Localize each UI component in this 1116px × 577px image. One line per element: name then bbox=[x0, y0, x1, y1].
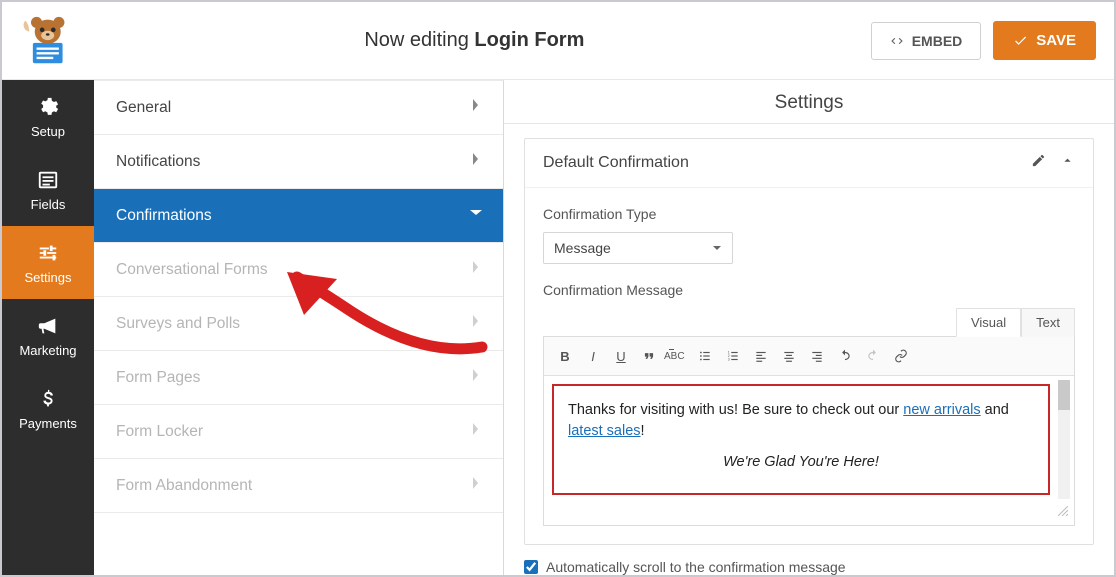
app-header: Now editing Login Form EMBED SAVE bbox=[2, 2, 1114, 80]
check-icon bbox=[1013, 33, 1028, 48]
editor-toolbar: B I U ABC 123 bbox=[544, 337, 1074, 376]
bullhorn-icon bbox=[37, 315, 59, 337]
subpanel-item-notifications[interactable]: Notifications bbox=[94, 135, 503, 189]
primary-sidebar: Setup Fields Settings Marketing Payments bbox=[2, 80, 94, 575]
subpanel-item-surveys-polls[interactable]: Surveys and Polls bbox=[94, 297, 503, 351]
card-header: Default Confirmation bbox=[525, 139, 1093, 188]
sidebar-item-payments[interactable]: Payments bbox=[2, 372, 94, 445]
numbered-list-button[interactable]: 123 bbox=[720, 343, 746, 369]
save-button[interactable]: SAVE bbox=[993, 21, 1096, 60]
autoscroll-checkbox[interactable] bbox=[524, 560, 538, 574]
subpanel-item-form-locker[interactable]: Form Locker bbox=[94, 405, 503, 459]
settings-subpanel: General Notifications Confirmations Conv… bbox=[94, 80, 504, 575]
undo-icon bbox=[838, 349, 852, 363]
message-line-2: We're Glad You're Here! bbox=[568, 452, 1034, 473]
subpanel-item-confirmations[interactable]: Confirmations bbox=[94, 189, 503, 243]
sidebar-item-marketing[interactable]: Marketing bbox=[2, 299, 94, 372]
scrollbar-thumb[interactable] bbox=[1058, 380, 1070, 410]
confirmation-message-label: Confirmation Message bbox=[543, 282, 1075, 298]
page-title: Now editing Login Form bbox=[78, 29, 871, 52]
sidebar-item-settings[interactable]: Settings bbox=[2, 226, 94, 299]
confirmation-type-select[interactable]: Message bbox=[543, 232, 733, 264]
chevron-right-icon bbox=[471, 368, 481, 387]
resize-icon bbox=[1058, 506, 1068, 516]
pencil-icon bbox=[1031, 153, 1046, 168]
list-icon bbox=[37, 169, 59, 191]
link-button[interactable] bbox=[888, 343, 914, 369]
app-logo bbox=[10, 10, 78, 72]
chevron-right-icon bbox=[471, 98, 481, 117]
quote-icon bbox=[642, 349, 656, 363]
gear-icon bbox=[37, 96, 59, 118]
edit-button[interactable] bbox=[1031, 153, 1046, 173]
chevron-right-icon bbox=[471, 152, 481, 171]
sidebar-item-fields[interactable]: Fields bbox=[2, 153, 94, 226]
align-center-icon bbox=[782, 349, 796, 363]
chevron-right-icon bbox=[471, 422, 481, 441]
editor-content[interactable]: Thanks for visiting with us! Be sure to … bbox=[552, 384, 1050, 495]
confirmation-type-label: Confirmation Type bbox=[543, 206, 1075, 222]
main-heading: Settings bbox=[504, 80, 1114, 124]
collapse-button[interactable] bbox=[1060, 153, 1075, 173]
chevron-right-icon bbox=[471, 260, 481, 279]
link-new-arrivals[interactable]: new arrivals bbox=[903, 402, 980, 418]
rich-text-editor: B I U ABC 123 bbox=[543, 336, 1075, 526]
redo-icon bbox=[866, 349, 880, 363]
code-icon bbox=[890, 34, 904, 48]
message-line-1: Thanks for visiting with us! Be sure to … bbox=[568, 400, 1034, 442]
svg-text:3: 3 bbox=[728, 358, 730, 362]
editor-scrollbar[interactable] bbox=[1058, 380, 1070, 499]
chevron-down-icon bbox=[712, 243, 722, 253]
title-form-name: Login Form bbox=[474, 29, 584, 51]
subpanel-item-form-pages[interactable]: Form Pages bbox=[94, 351, 503, 405]
link-icon bbox=[894, 349, 908, 363]
ol-icon: 123 bbox=[726, 349, 740, 363]
confirmation-card: Default Confirmation Confirmation Type M… bbox=[524, 138, 1094, 545]
chevron-down-icon bbox=[471, 206, 481, 225]
tab-visual[interactable]: Visual bbox=[956, 308, 1021, 337]
chevron-right-icon bbox=[471, 314, 481, 333]
italic-button[interactable]: I bbox=[580, 343, 606, 369]
strikethrough-button[interactable]: ABC bbox=[664, 343, 690, 369]
undo-button[interactable] bbox=[832, 343, 858, 369]
ul-icon bbox=[698, 349, 712, 363]
align-left-icon bbox=[754, 349, 768, 363]
link-latest-sales[interactable]: latest sales bbox=[568, 423, 641, 439]
resize-handle[interactable] bbox=[544, 503, 1074, 525]
subpanel-item-general[interactable]: General bbox=[94, 81, 503, 135]
sliders-icon bbox=[37, 242, 59, 264]
blockquote-button[interactable] bbox=[636, 343, 662, 369]
align-right-icon bbox=[810, 349, 824, 363]
align-right-button[interactable] bbox=[804, 343, 830, 369]
subpanel-item-conversational-forms[interactable]: Conversational Forms bbox=[94, 243, 503, 297]
chevron-right-icon bbox=[471, 476, 481, 495]
title-prefix: Now editing bbox=[364, 29, 474, 51]
sidebar-item-setup[interactable]: Setup bbox=[2, 80, 94, 153]
editor-tabs: Visual Text bbox=[543, 308, 1075, 337]
chevron-up-icon bbox=[1060, 153, 1075, 168]
align-left-button[interactable] bbox=[748, 343, 774, 369]
card-title: Default Confirmation bbox=[543, 154, 1031, 172]
subpanel-item-form-abandonment[interactable]: Form Abandonment bbox=[94, 459, 503, 513]
align-center-button[interactable] bbox=[776, 343, 802, 369]
embed-button[interactable]: EMBED bbox=[871, 22, 982, 60]
redo-button[interactable] bbox=[860, 343, 886, 369]
tab-text[interactable]: Text bbox=[1021, 308, 1075, 337]
underline-button[interactable]: U bbox=[608, 343, 634, 369]
dollar-icon bbox=[37, 388, 59, 410]
autoscroll-checkbox-row[interactable]: Automatically scroll to the confirmation… bbox=[524, 559, 1094, 575]
bulleted-list-button[interactable] bbox=[692, 343, 718, 369]
bold-button[interactable]: B bbox=[552, 343, 578, 369]
main-content: Settings Default Confirmation Confirmati… bbox=[504, 80, 1114, 575]
